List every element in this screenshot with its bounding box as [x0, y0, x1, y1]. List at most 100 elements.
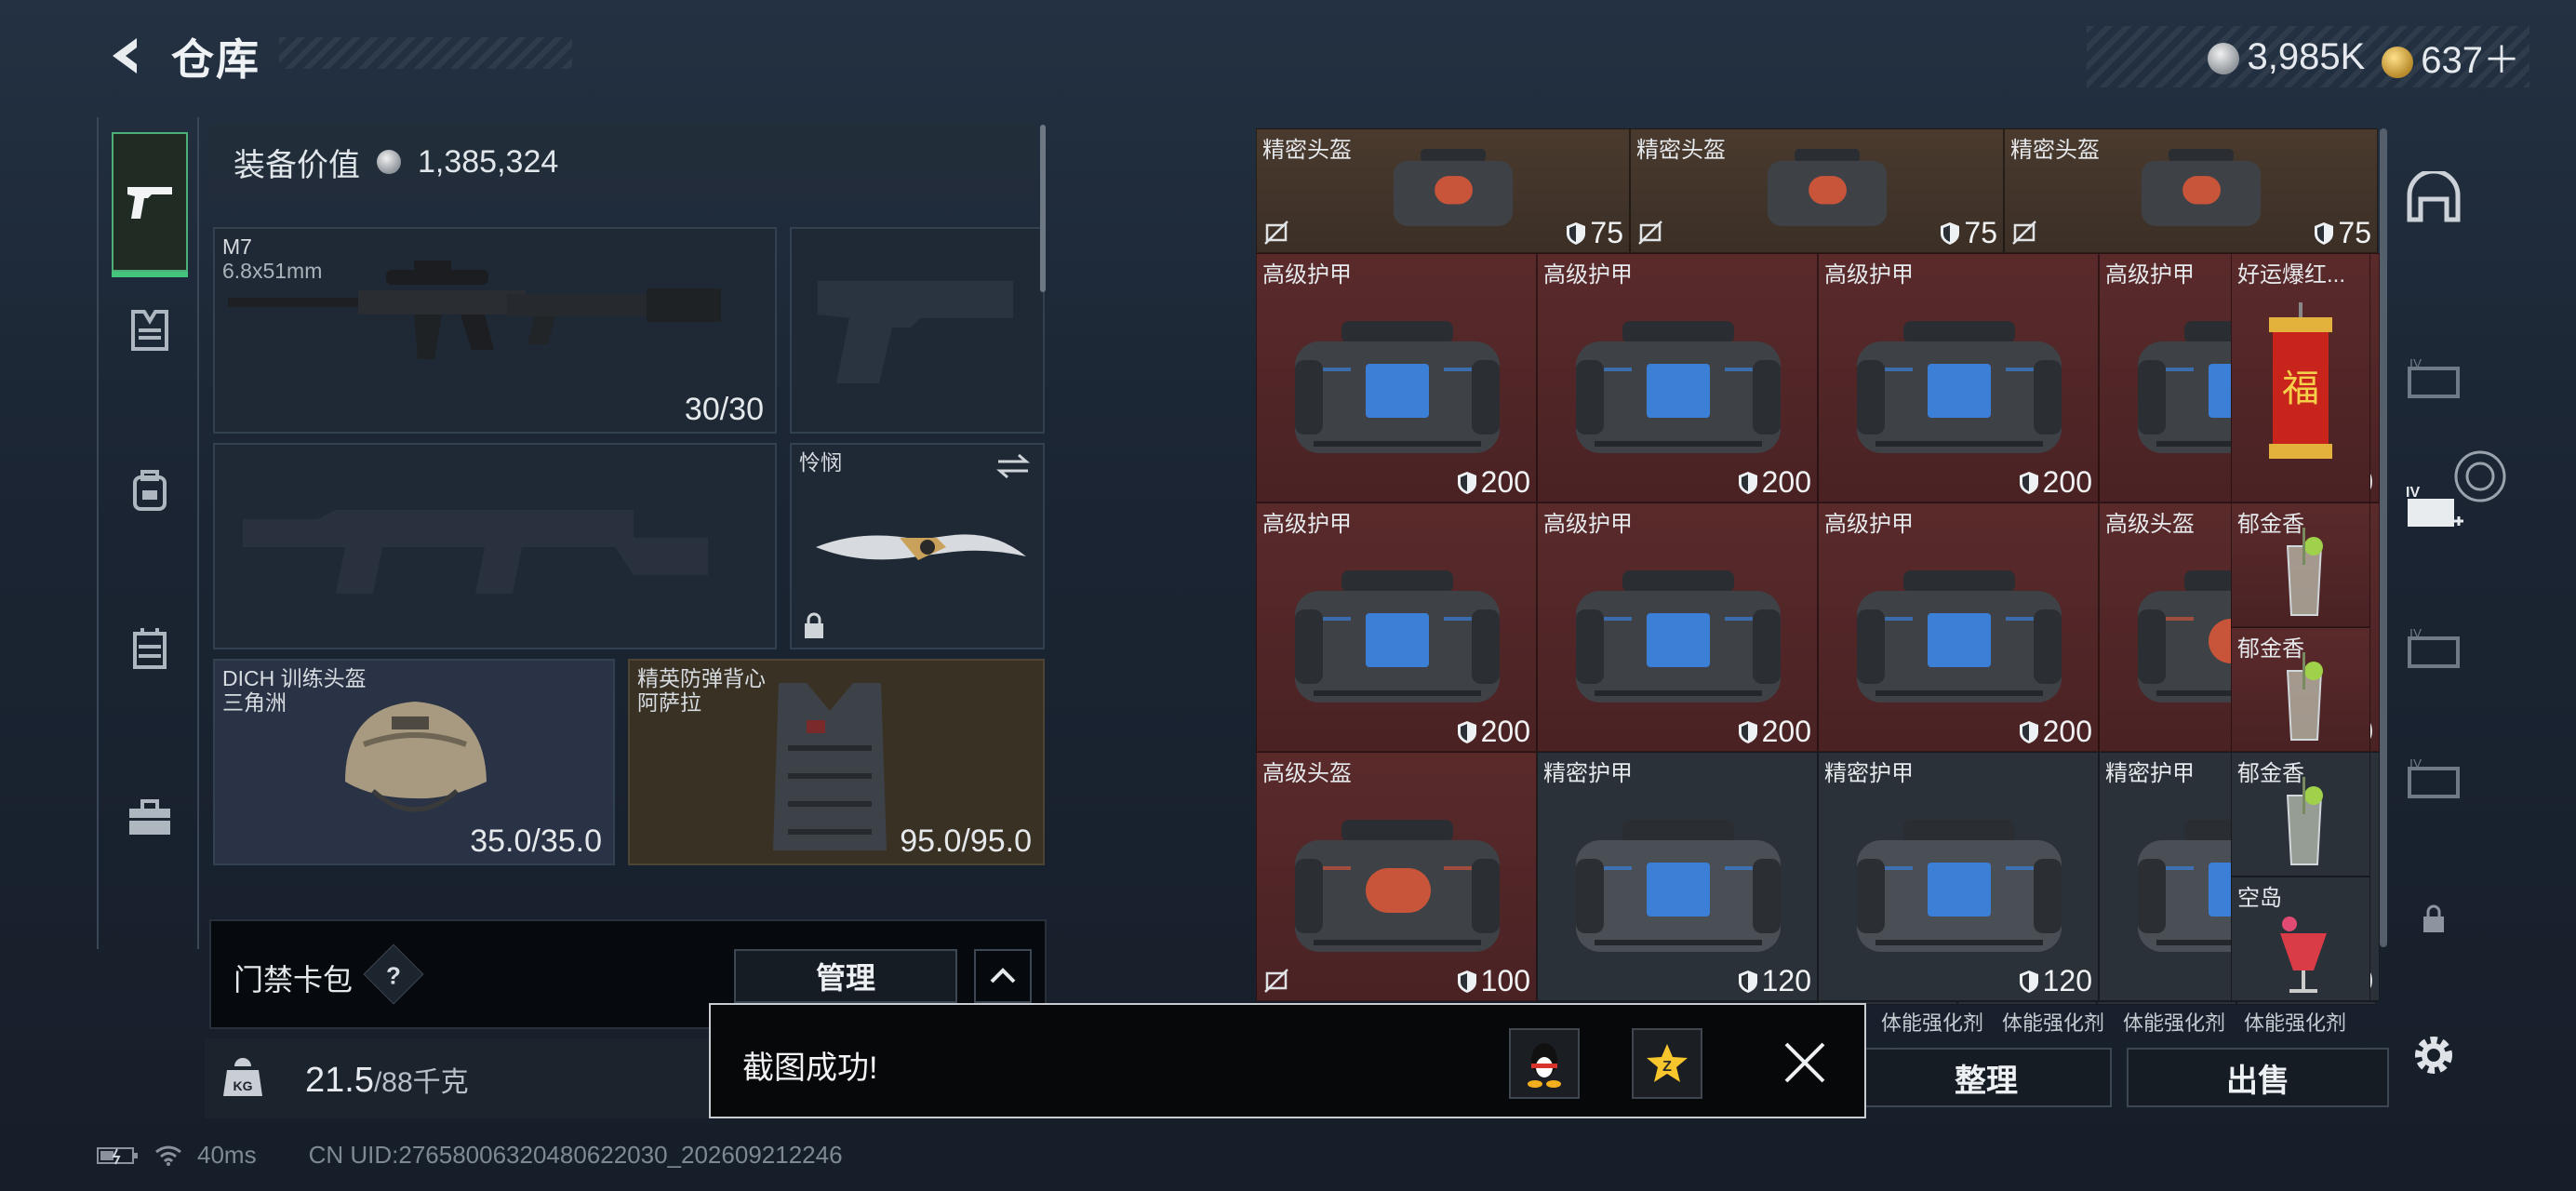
close-icon: [1784, 1042, 1825, 1083]
rail-item-gear[interactable]: [112, 292, 188, 368]
target-overlay-icon[interactable]: [2450, 447, 2510, 506]
item-name: 高级护甲: [1543, 512, 1633, 537]
item-durability: 120: [2019, 964, 2092, 998]
stash-item[interactable]: 郁金香: [2231, 627, 2370, 752]
stash-item[interactable]: 精密头盔 75: [1256, 128, 1630, 253]
item-name: 高级护甲: [1824, 262, 1914, 288]
shield-icon: [2019, 970, 2038, 993]
item-durability: 200: [1738, 715, 1811, 749]
kg-weight-icon: KG: [223, 1058, 262, 1096]
rifle-image: [228, 261, 721, 359]
rail-item-case[interactable]: [112, 780, 188, 856]
loot-bag-image: [1857, 321, 2062, 453]
gold-coin-icon: [2382, 47, 2414, 79]
melee-slot[interactable]: 怜悯: [790, 443, 1045, 649]
stash-item[interactable]: 高级头盔 100: [1256, 752, 1537, 1001]
stash-scrollbar[interactable]: [2380, 128, 2387, 947]
stash-item[interactable]: 郁金香: [2231, 502, 2370, 627]
item-durability: 100: [1457, 964, 1530, 998]
primary-weapon-slot[interactable]: M7 6.8x51mm 30/30: [213, 227, 777, 434]
stash-item[interactable]: 好运爆红... 福: [2231, 253, 2370, 502]
loot-bag-image: [1857, 820, 2062, 952]
stash-item[interactable]: 高级护甲 200: [1537, 502, 1818, 752]
loot-bag-image: [1857, 570, 2062, 703]
item-name: 精密护甲: [2105, 761, 2195, 786]
armor-slot[interactable]: 精英防弹背心 阿萨拉 95.0/95.0: [628, 659, 1045, 865]
back-arrow-icon[interactable]: [97, 28, 153, 84]
shield-icon: [1738, 970, 1757, 993]
gold-currency[interactable]: 637＋: [2382, 30, 2520, 84]
stash-item[interactable]: 高级护甲 200: [1818, 502, 2099, 752]
rifle-silhouette-icon: [243, 510, 708, 594]
peek-item-label: 体能强化剂: [2244, 1011, 2347, 1035]
svg-text:IV: IV: [2409, 759, 2423, 770]
penguin-icon: [1528, 1043, 1561, 1088]
svg-text:KG: KG: [234, 1078, 253, 1093]
rail-item-weapons[interactable]: [112, 132, 188, 277]
toast-close-button[interactable]: [1779, 1037, 1831, 1089]
rail-icon-crate-2[interactable]: IV: [2404, 620, 2463, 679]
status-bar: 40ms CN UID:27658006320480622030_2026092…: [97, 1141, 843, 1170]
sell-button[interactable]: 出售: [2127, 1048, 2389, 1107]
share-qq-button[interactable]: [1509, 1028, 1580, 1099]
equipment-scrollbar[interactable]: [1040, 125, 1046, 292]
stash-item[interactable]: 高级护甲 200: [1818, 253, 2099, 502]
svg-text:IV: IV: [2406, 486, 2420, 501]
stash-item[interactable]: 精密头盔 75: [2004, 128, 2378, 253]
shield-icon: [1738, 471, 1757, 494]
helmet-bag-image: [1393, 149, 1514, 226]
loot-bag-image: [1295, 820, 1500, 952]
shield-icon: [1457, 970, 1476, 993]
helmet-origin: 三角洲: [222, 690, 287, 715]
keycard-label: 门禁卡包: [234, 963, 354, 997]
expand-button[interactable]: [974, 949, 1032, 1003]
title-decoration: [279, 37, 572, 69]
helmet-image: [345, 702, 487, 812]
secondary-weapon-slot[interactable]: [790, 227, 1045, 434]
stash-item[interactable]: 精密护甲 120: [1537, 752, 1818, 1001]
stash-item[interactable]: 精密头盔 75: [1630, 128, 2004, 253]
rail-item-backpack[interactable]: [112, 452, 188, 529]
keycard-help-button[interactable]: ?: [363, 943, 424, 1005]
sort-button[interactable]: 整理: [1861, 1048, 2112, 1107]
secondary-primary-slot[interactable]: [213, 443, 777, 649]
manage-button[interactable]: 管理: [734, 949, 957, 1003]
rail-item-rig[interactable]: [112, 610, 188, 687]
bunker-icon: [2407, 171, 2461, 222]
drink-image: [2286, 777, 2323, 865]
rail-icon-crate-3[interactable]: IV: [2404, 750, 2463, 810]
helmet-slot[interactable]: DICH 训练头盔 三角洲 35.0/35.0: [213, 659, 615, 865]
armor-vest-image: [773, 683, 887, 850]
item-name: 高级护甲: [2105, 262, 2195, 288]
stash-item[interactable]: 空岛: [2231, 877, 2370, 1001]
rail-icon-storage[interactable]: [2404, 167, 2463, 227]
currency-bar: 3,985K 637＋: [2087, 26, 2529, 87]
share-qzone-button[interactable]: Z: [1632, 1028, 1702, 1099]
no-insure-icon: [1264, 969, 1288, 993]
item-name: 精密头盔: [2010, 138, 2100, 163]
uid-text: CN UID:27658006320480622030_202609212246: [308, 1141, 843, 1169]
item-name: 精密头盔: [1636, 138, 1726, 163]
star-icon: Z: [1647, 1044, 1688, 1082]
swap-arrows-icon[interactable]: [994, 452, 1032, 480]
stash-item[interactable]: 精密护甲 120: [1818, 752, 2099, 1001]
shield-icon: [1738, 720, 1757, 743]
loot-bag-image: [1576, 321, 1781, 453]
stash-item[interactable]: 高级护甲 200: [1537, 253, 1818, 502]
peek-item-label: 体能强化剂: [2123, 1011, 2226, 1035]
wifi-icon: [155, 1145, 181, 1166]
settings-button[interactable]: [2404, 1025, 2463, 1085]
drink-image: [2286, 528, 2323, 616]
item-name: 高级护甲: [1262, 262, 1352, 288]
briefcase-icon: [129, 799, 170, 835]
vest-icon: [131, 310, 168, 351]
warehouse-screen: 仓库 3,985K 637＋ 装备价值 1,385,324 M7 6.8x51m…: [0, 0, 2576, 1191]
peek-row: 体能强化剂 体能强化剂 体能强化剂 体能强化剂: [1881, 1007, 2365, 1035]
rig-icon: [133, 628, 167, 669]
stash-item[interactable]: 高级护甲 200: [1256, 502, 1537, 752]
stash-item[interactable]: 郁金香: [2231, 752, 2370, 877]
rail-icon-crate-1[interactable]: IV: [2404, 350, 2463, 409]
weight-value: 21.5: [305, 1061, 374, 1100]
peek-item-label: 体能强化剂: [2002, 1011, 2105, 1035]
stash-item[interactable]: 高级护甲 200: [1256, 253, 1537, 502]
